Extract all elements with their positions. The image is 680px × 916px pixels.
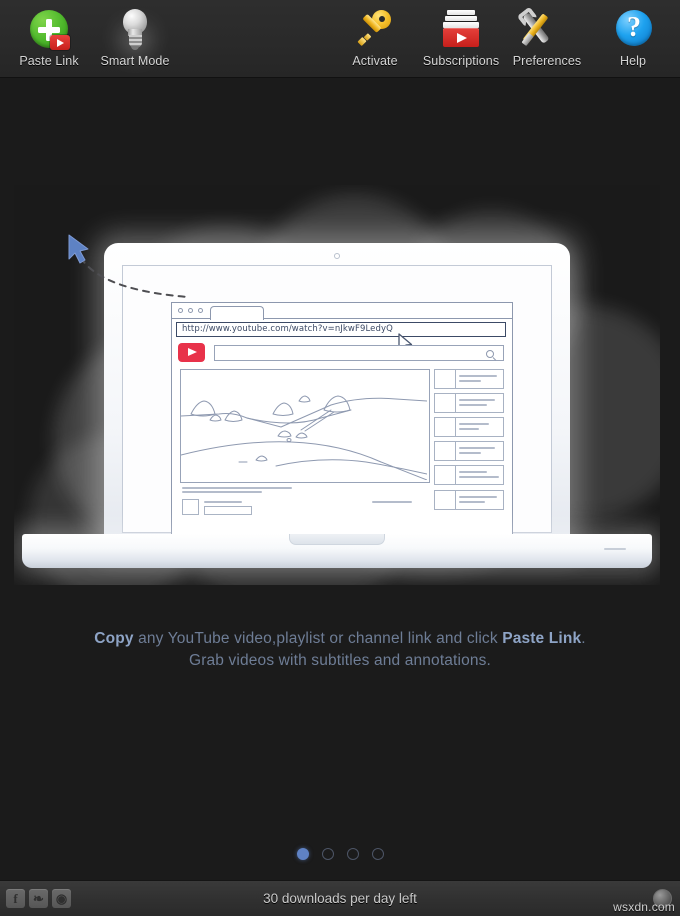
caption-line-2: Grab videos with subtitles and annotatio… xyxy=(189,652,491,669)
onboarding-illustration: http://www.youtube.com/watch?v=nJkwF9Led… xyxy=(14,185,660,585)
activate-button[interactable]: Activate xyxy=(332,0,418,68)
downloads-remaining-text: 30 downloads per day left xyxy=(263,891,417,906)
application-window: Paste Link Smart Mode Activate Subscript… xyxy=(0,0,680,916)
content-stage: http://www.youtube.com/watch?v=nJkwF9Led… xyxy=(0,78,680,880)
related-thumbnail xyxy=(435,491,456,509)
subscriptions-button[interactable]: Subscriptions xyxy=(418,0,504,68)
preferences-button[interactable]: Preferences xyxy=(504,0,590,68)
meta-box xyxy=(204,506,252,515)
caption-line-1-mid: any YouTube video,playlist or channel li… xyxy=(133,630,503,647)
caption-copy-word: Copy xyxy=(94,630,134,647)
browser-tab xyxy=(210,306,264,320)
pagination-dot-1[interactable] xyxy=(296,848,309,860)
subscriptions-inbox-icon xyxy=(438,7,484,53)
laptop-illustration: http://www.youtube.com/watch?v=nJkwF9Led… xyxy=(14,185,660,585)
related-line xyxy=(459,447,495,449)
key-icon xyxy=(352,7,398,53)
related-line xyxy=(459,471,487,473)
laptop-base xyxy=(22,534,652,568)
paste-link-icon xyxy=(26,7,72,53)
related-video-item[interactable] xyxy=(434,490,504,510)
arrow-cursor-icon xyxy=(68,234,89,264)
smart-mode-button[interactable]: Smart Mode xyxy=(92,0,178,68)
landscape-sketch xyxy=(180,395,428,481)
related-thumbnail xyxy=(435,442,456,460)
related-line xyxy=(459,423,489,425)
caption-paste-link-word: Paste Link xyxy=(502,630,582,647)
pagination-dot-2[interactable] xyxy=(321,848,334,860)
status-bar: f ❧ ◉ 30 downloads per day left wsxdn.co… xyxy=(0,880,680,916)
youtube-play-icon xyxy=(178,343,205,362)
preferences-label: Preferences xyxy=(512,54,582,68)
related-thumbnail xyxy=(435,418,456,436)
video-player-mock[interactable] xyxy=(180,369,430,483)
help-label: Help xyxy=(619,54,647,68)
related-video-item[interactable] xyxy=(434,441,504,461)
caption-line-1: Copy any YouTube video,playlist or chann… xyxy=(0,628,680,650)
related-line xyxy=(459,496,497,498)
toolbar-right-group: Activate Subscriptions Preferences ? Hel… xyxy=(332,0,676,78)
magnifier-icon xyxy=(486,350,494,358)
browser-window-mock: http://www.youtube.com/watch?v=nJkwF9Led… xyxy=(171,302,513,536)
lightbulb-icon xyxy=(112,7,158,53)
question-mark-icon: ? xyxy=(610,7,656,53)
pagination-dots xyxy=(0,848,680,860)
browser-url-bar[interactable]: http://www.youtube.com/watch?v=nJkwF9Led… xyxy=(176,322,506,337)
meta-line xyxy=(372,501,412,503)
related-line xyxy=(459,380,481,382)
youtube-header-row xyxy=(178,343,506,363)
related-video-item[interactable] xyxy=(434,465,504,485)
related-thumbnail xyxy=(435,466,456,484)
meta-line xyxy=(182,487,292,489)
pagination-dot-3[interactable] xyxy=(346,848,359,860)
related-video-item[interactable] xyxy=(434,393,504,413)
pagination-dot-4[interactable] xyxy=(371,848,384,860)
related-video-item[interactable] xyxy=(434,417,504,437)
related-thumbnail xyxy=(435,370,456,388)
smart-mode-label: Smart Mode xyxy=(100,54,170,68)
related-line xyxy=(459,476,499,478)
related-line xyxy=(459,375,497,377)
base-detail xyxy=(604,548,626,550)
caption-line-1-end: . xyxy=(581,630,586,647)
related-video-item[interactable] xyxy=(434,369,504,389)
related-thumbnail xyxy=(435,394,456,412)
help-button[interactable]: ? Help xyxy=(590,0,676,68)
wrench-screwdriver-icon xyxy=(522,7,570,53)
related-line xyxy=(459,452,481,454)
subscriptions-label: Subscriptions xyxy=(422,54,500,68)
trackpad-notch xyxy=(289,534,385,545)
activate-label: Activate xyxy=(352,54,398,68)
window-dot xyxy=(198,308,203,313)
browser-titlebar xyxy=(172,303,512,320)
toolbar-left-group: Paste Link Smart Mode xyxy=(6,0,178,78)
main-toolbar: Paste Link Smart Mode Activate Subscript… xyxy=(0,0,680,78)
meta-line xyxy=(204,501,242,503)
webcam-icon xyxy=(334,253,340,259)
paste-link-button[interactable]: Paste Link xyxy=(6,0,92,68)
youtube-search-field[interactable] xyxy=(214,345,504,361)
related-line xyxy=(459,501,485,503)
related-line xyxy=(459,404,487,406)
related-line xyxy=(459,428,479,430)
onboarding-caption: Copy any YouTube video,playlist or chann… xyxy=(0,628,680,672)
channel-avatar-box xyxy=(182,499,199,515)
related-line xyxy=(459,399,495,401)
meta-line xyxy=(182,491,262,493)
paste-link-label: Paste Link xyxy=(19,54,79,68)
url-text: http://www.youtube.com/watch?v=nJkwF9Led… xyxy=(182,324,393,334)
watermark-text: wsxdn.com xyxy=(613,900,675,914)
